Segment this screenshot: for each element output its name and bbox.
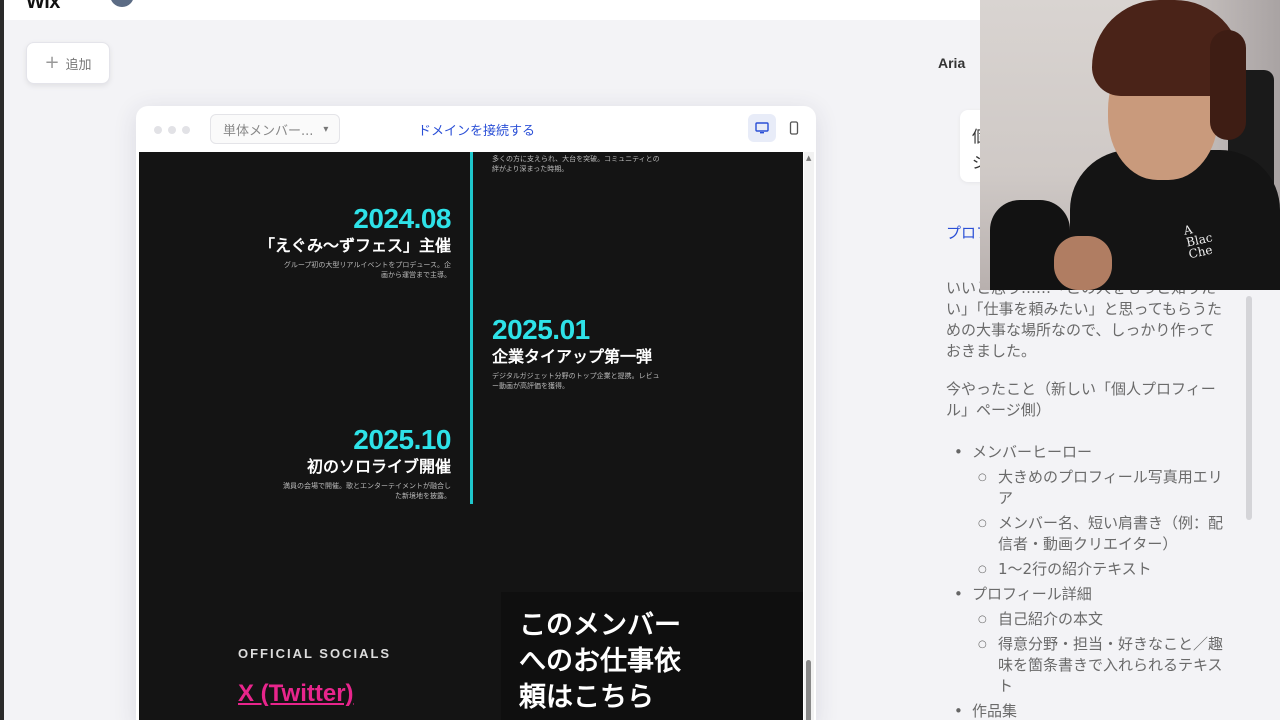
timeline-title: 企業タイアップ第一弾 [492, 347, 653, 366]
scroll-thumb[interactable] [806, 660, 811, 720]
window-edge [0, 0, 4, 720]
chat-paragraph: いいと思う……「この人をもっと知りたい」「仕事を頼みたい」と思ってもらうための大… [946, 279, 1223, 360]
site-avatar-icon[interactable] [110, 0, 134, 7]
timeline-date: 2024.08 [353, 203, 451, 234]
timeline-line [470, 152, 473, 504]
page-selector[interactable]: 単体メンバー... ▾ [210, 114, 340, 144]
device-toggle [748, 114, 808, 142]
list-item: 得意分野・担当・好きなこと／趣味を箇条書きで入れられるテキスト [972, 634, 1234, 697]
chat-scrollbar[interactable] [1246, 296, 1252, 520]
webcam-overlay: A Blac Che [980, 0, 1280, 290]
add-button[interactable]: + 追加 [26, 42, 110, 84]
chat-bullet-list: メンバーヒーロー 大きめのプロフィール写真用エリア メンバー名、短い肩書き（例：… [954, 442, 1234, 720]
list-item: 作品集 [954, 701, 1234, 720]
timeline-description: 満員の会場で開催。歌とエンターテイメントが融合した新境地を披露。 [283, 482, 451, 500]
page-selector-value: 単体メンバー... [223, 123, 314, 139]
timeline-title: 「えぐみ〜ずフェス」主催 [258, 236, 451, 255]
social-link-x[interactable]: X (Twitter) [238, 680, 354, 708]
site-preview[interactable]: 多くの方に支えられ、大台を突破。コミュニティとの絆がより深まった時期。 2024… [139, 152, 803, 720]
list-item: 自己紹介の本文 [972, 609, 1234, 630]
timeline-description: グループ初の大型リアルイベントをプロデュース。企画から運営まで主導。 [283, 261, 451, 279]
timeline-date: 2025.01 [492, 314, 590, 345]
list-item: 大きめのプロフィール写真用エリア [972, 467, 1234, 509]
mobile-icon[interactable] [780, 114, 808, 142]
editor-top-bar: Wix [4, 0, 980, 20]
list-item: プロフィール詳細 自己紹介の本文 得意分野・担当・好きなこと／趣味を箇条書きで入… [954, 584, 1234, 697]
list-item-label: 作品集 [972, 702, 1018, 720]
timeline-item: 2024.08 「えぐみ〜ずフェス」主催 グループ初の大型リアルイベントをプロデ… [258, 203, 452, 280]
scroll-up-icon[interactable]: ▲ [806, 154, 811, 162]
timeline-item: 2025.01 企業タイアップ第一弾 デジタルガジェット分野のトップ企業と提携。… [492, 315, 662, 391]
list-item-label: プロフィール詳細 [972, 585, 1092, 603]
list-item-label: メンバーヒーロー [972, 443, 1093, 461]
desktop-icon[interactable] [748, 114, 776, 142]
window-dots [154, 126, 190, 134]
socials-label: OFFICIAL SOCIALS [238, 646, 392, 661]
timeline-date: 2025.10 [353, 424, 451, 455]
connect-domain-link[interactable]: ドメインを接続する [418, 120, 535, 139]
chat-paragraph: 今やったこと（新しい「個人プロフィール」ページ側） [946, 380, 1216, 419]
contact-heading: このメンバーへのお仕事依頼はこちら [519, 610, 681, 713]
timeline-description: デジタルガジェット分野のトップ企業と提携。レビュー動画が高評価を獲得。 [492, 372, 660, 390]
preview-scrollbar[interactable]: ▲ [804, 152, 814, 720]
brand-logo[interactable]: Wix [26, 0, 60, 14]
plus-icon: + [44, 52, 60, 73]
list-item: メンバー名、短い肩書き（例：配信者・動画クリエイター） [972, 513, 1234, 555]
chevron-down-icon: ▾ [323, 123, 329, 135]
timeline-top-description: 多くの方に支えられ、大台を突破。コミュニティとの絆がより深まった時期。 [492, 155, 660, 173]
assistant-name: Aria [938, 55, 966, 71]
timeline-title: 初のソロライブ開催 [306, 457, 451, 476]
preview-frame: 単体メンバー... ▾ ドメインを接続する 多くの方に支えられ、大台を突破。コミ… [136, 106, 816, 720]
list-item: 1〜2行の紹介テキスト [972, 559, 1234, 580]
timeline-item: 2025.10 初のソロライブ開催 満員の会場で開催。歌とエンターテイメントが融… [281, 424, 452, 501]
list-item: メンバーヒーロー 大きめのプロフィール写真用エリア メンバー名、短い肩書き（例：… [954, 442, 1234, 580]
add-button-label: 追加 [65, 57, 92, 73]
presenter-hand [1054, 236, 1112, 290]
